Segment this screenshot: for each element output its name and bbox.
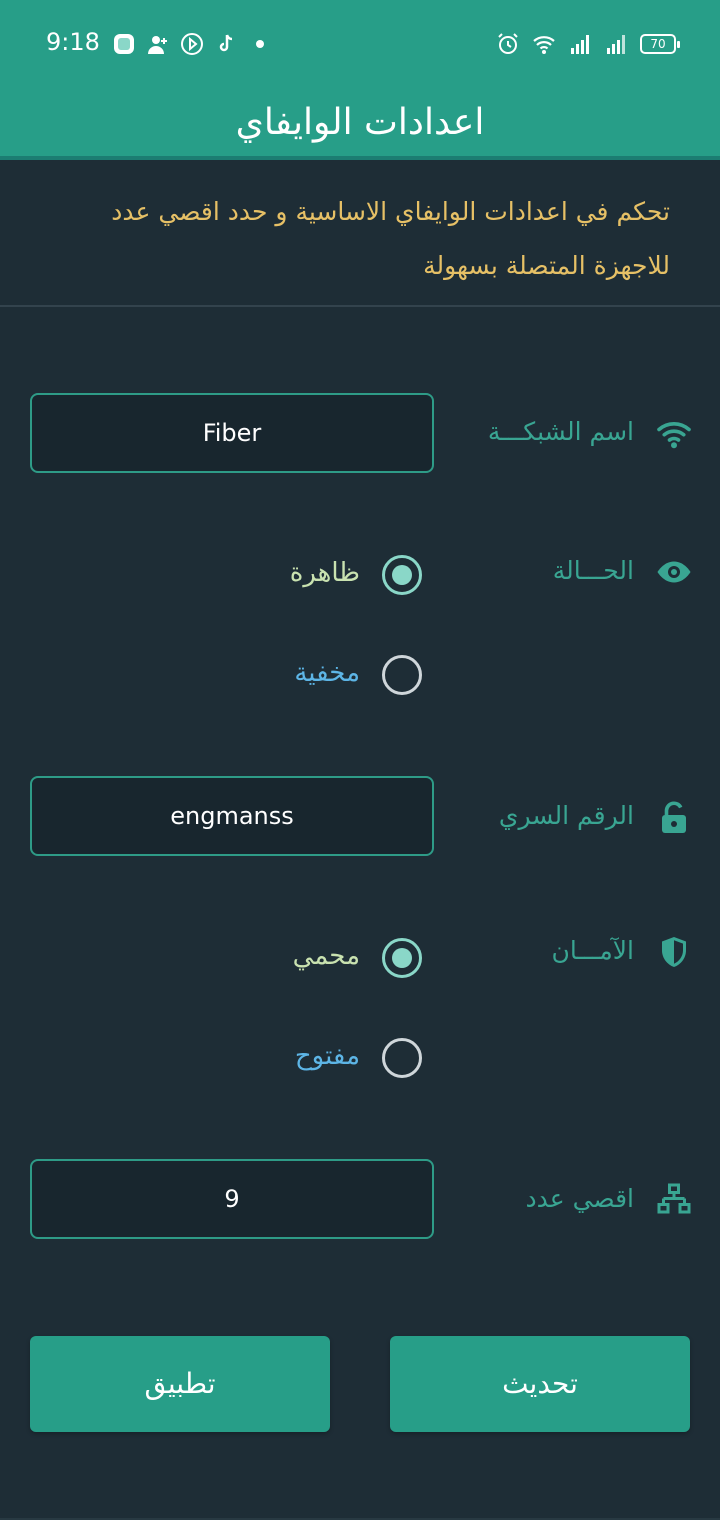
wifi-icon (657, 422, 691, 449)
status-time: 9:18 (46, 28, 100, 56)
person-add-icon (148, 36, 167, 54)
unlock-icon (662, 801, 686, 833)
password-label: الرقم السري (498, 801, 634, 830)
max-devices-label: اقصي عدد (525, 1184, 634, 1213)
network-name-label: اسم الشبكـــة (487, 417, 634, 446)
shield-icon (662, 937, 686, 967)
radio-visible[interactable] (382, 555, 422, 595)
app-bar: اعدادات الوايفاي (0, 88, 720, 160)
eye-icon (657, 561, 691, 583)
tiktok-icon (219, 34, 233, 52)
refresh-button[interactable]: تحديث (390, 1336, 690, 1432)
signal-icon (607, 35, 625, 54)
wifi-icon (533, 36, 555, 54)
status-system-icons: 70 (496, 32, 680, 56)
notification-app-icon (114, 34, 134, 54)
battery-icon: 70 (640, 34, 680, 54)
password-input[interactable]: engmanss (30, 776, 434, 856)
apply-button[interactable]: تطبيق (30, 1336, 330, 1432)
visibility-label: الحـــالة (552, 556, 634, 585)
alarm-icon (498, 33, 518, 54)
network-icon (657, 1183, 691, 1214)
network-name-input[interactable]: Fiber (30, 393, 434, 473)
signal-icon (571, 35, 589, 54)
status-bar: 9:18 70 (0, 0, 720, 88)
intro-text: تحكم في اعدادات الوايفاي الاساسية و حدد … (111, 197, 670, 280)
security-label: الآمـــان (551, 936, 634, 965)
page-title: اعدادات الوايفاي (235, 101, 485, 143)
divider (0, 305, 720, 307)
play-circle-icon (181, 33, 203, 55)
radio-hidden[interactable] (382, 655, 422, 695)
radio-visible-label[interactable]: ظاهرة (290, 558, 360, 588)
radio-hidden-label[interactable]: مخفية (294, 658, 360, 688)
status-notification-icons (112, 32, 272, 56)
dot-icon (256, 40, 264, 48)
max-devices-input[interactable]: 9 (30, 1159, 434, 1239)
radio-protected-label[interactable]: محمي (293, 941, 360, 971)
radio-open[interactable] (382, 1038, 422, 1078)
radio-protected[interactable] (382, 938, 422, 978)
radio-open-label[interactable]: مفتوح (295, 1041, 360, 1071)
